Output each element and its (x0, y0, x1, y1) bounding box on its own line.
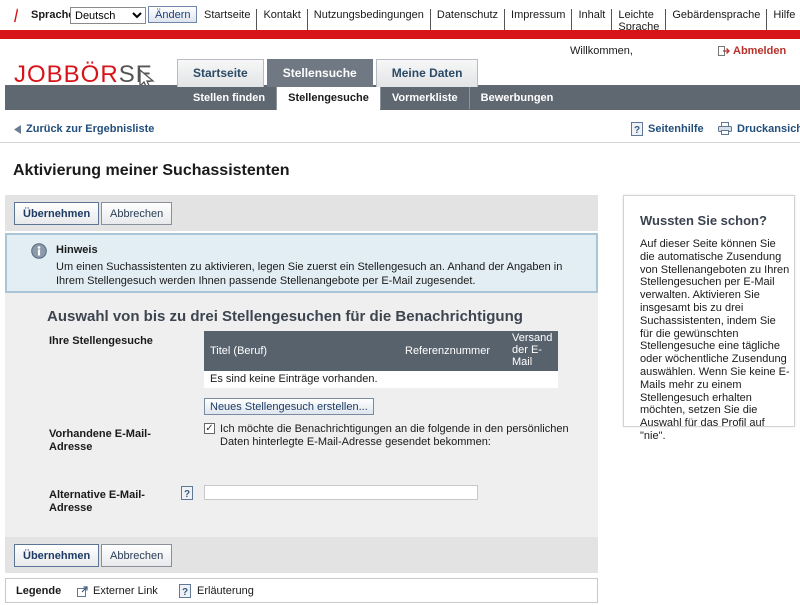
alt-email-input[interactable] (204, 485, 478, 500)
print-link[interactable]: Druckansicht (718, 122, 800, 135)
external-link-icon (77, 585, 88, 597)
main-form: Übernehmen Abbrechen Hinweis Um einen Su… (5, 195, 598, 603)
column-header-title[interactable]: Titel (Beruf) (210, 345, 267, 357)
hint-text: Um einen Suchassistenten zu aktivieren, … (56, 261, 563, 287)
legend: Legende Externer Link ? Erläuterung (5, 578, 598, 603)
logo-text-red: JOBBÖR (14, 61, 119, 88)
sub-tabs: Stellen finden Stellengesuche Vormerklis… (182, 87, 564, 110)
new-request-button[interactable]: Neues Stellengesuch erstellen... (204, 398, 374, 415)
site-header: JOBBÖRSE Willkommen, Abmelden Startseite… (0, 39, 800, 110)
table-row-empty: Es sind keine Einträge vorhanden. (204, 371, 558, 388)
brand-stripe (0, 30, 800, 39)
tab-startseite[interactable]: Startseite (177, 59, 264, 87)
svg-text:?: ? (634, 125, 640, 136)
table-header: Titel (Beruf) Referenznummer Versand der… (204, 331, 558, 371)
page-title: Aktivierung meiner Suchassistenten (13, 162, 290, 179)
hint-box: Hinweis Um einen Suchassistenten zu akti… (5, 233, 598, 293)
logout-label: Abmelden (733, 45, 787, 57)
arrow-left-icon (14, 124, 21, 134)
checkbox-label: Ich möchte die Benachrichtigungen an die… (220, 423, 569, 448)
subtab-vormerkliste[interactable]: Vormerkliste (379, 87, 469, 109)
apply-button-bottom[interactable]: Übernehmen (14, 544, 100, 567)
language-label: Sprache (31, 9, 75, 21)
column-header-reference[interactable]: Referenznummer (405, 345, 490, 357)
action-bar: Zurück zur Ergebnisliste ? Seitenhilfe D… (0, 115, 800, 143)
sidebox-title: Wussten Sie schon? (640, 213, 767, 228)
question-icon: ? (179, 584, 191, 598)
subtab-stellengesuche[interactable]: Stellengesuche (276, 87, 380, 110)
subtab-bewerbungen[interactable]: Bewerbungen (468, 87, 565, 109)
welcome-text: Willkommen, (570, 45, 633, 57)
logout-link[interactable]: Abmelden (718, 45, 786, 57)
info-icon (31, 243, 47, 259)
tab-meine-daten[interactable]: Meine Daten (375, 59, 479, 87)
column-header-dispatch[interactable]: Versand der E-Mail (512, 332, 552, 368)
bottom-button-row: Übernehmen Abbrechen (5, 537, 598, 573)
question-icon[interactable]: ? (181, 486, 193, 500)
requests-table: Titel (Beruf) Referenznummer Versand der… (204, 331, 558, 388)
printer-icon (718, 122, 732, 135)
tab-stellensuche[interactable]: Stellensuche (266, 59, 373, 87)
requests-label: Ihre Stellengesuche (49, 335, 153, 347)
subtab-stellen-finden[interactable]: Stellen finden (182, 87, 276, 109)
back-link[interactable]: Zurück zur Ergebnisliste (14, 123, 154, 135)
utility-bar: Sprache Deutsch Ändern Startseite Kontak… (0, 0, 800, 33)
change-language-button[interactable]: Ändern (148, 6, 198, 23)
back-label: Zurück zur Ergebnisliste (26, 123, 155, 135)
help-label: Seitenhilfe (648, 123, 704, 135)
legend-external-link-label: Externer Link (93, 585, 158, 597)
legend-external-link: Externer Link (77, 585, 158, 597)
cancel-button-bottom[interactable]: Abbrechen (101, 544, 173, 567)
apply-button-top[interactable]: Übernehmen (14, 202, 100, 225)
print-label: Druckansicht (737, 122, 800, 135)
hint-title: Hinweis (56, 244, 98, 256)
alt-email-label: Alternative E-Mail-Adresse (49, 489, 145, 514)
top-button-row: Übernehmen Abbrechen (5, 195, 598, 231)
svg-text:?: ? (184, 489, 190, 500)
sidebox-text: Auf dieser Seite können Sie die automati… (640, 238, 790, 442)
main-tabs: Startseite Stellensuche Meine Daten (177, 59, 479, 87)
language-select[interactable]: Deutsch (70, 7, 146, 24)
help-link[interactable]: ? Seitenhilfe (631, 122, 704, 136)
cancel-button-top[interactable]: Abbrechen (101, 202, 173, 225)
section-title: Auswahl von bis zu drei Stellengesuchen … (47, 308, 523, 325)
svg-text:?: ? (182, 587, 188, 598)
legend-title: Legende (16, 585, 62, 597)
legend-explanation-label: Erläuterung (197, 585, 254, 597)
help-icon: ? (631, 122, 643, 136)
info-sidebox: Wussten Sie schon? Auf dieser Seite könn… (623, 195, 795, 442)
existing-email-label: Vorhandene E-Mail-Adresse (49, 428, 151, 453)
logout-icon (718, 46, 730, 56)
agency-logo-icon (14, 8, 18, 22)
notification-checkbox[interactable]: ✓ (204, 423, 215, 434)
legend-explanation: ? Erläuterung (179, 584, 254, 598)
form-body: Auswahl von bis zu drei Stellengesuchen … (5, 293, 598, 537)
